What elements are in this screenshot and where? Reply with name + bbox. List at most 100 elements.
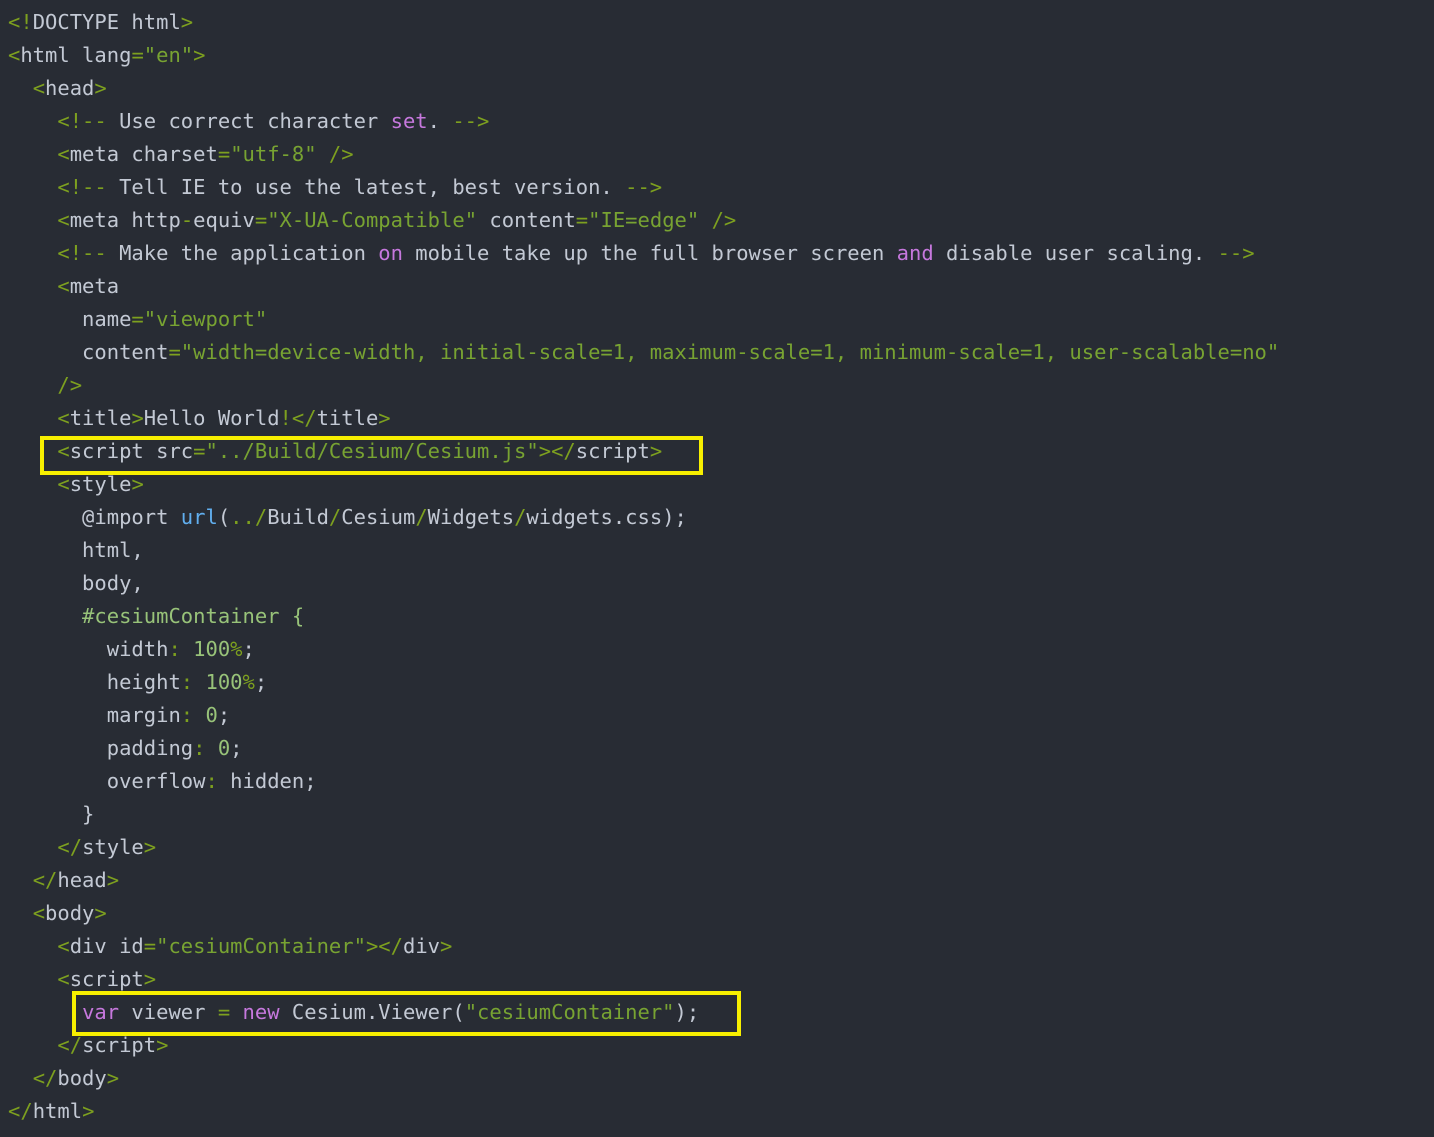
code-line: name="viewport" <box>8 303 267 336</box>
code-line: width: 100%; <box>8 633 255 666</box>
code-token: / <box>415 505 428 529</box>
code-token: 100 <box>193 637 231 661</box>
code-token: overflow <box>8 769 206 793</box>
code-line: <title>Hello World!</title> <box>8 402 391 435</box>
code-token: disable user scaling. <box>933 241 1218 265</box>
code-token: "cesiumContainer" <box>464 1000 675 1024</box>
code-token: : <box>193 736 218 760</box>
code-token: ); <box>674 1000 700 1024</box>
code-line: <!DOCTYPE html> <box>8 6 193 39</box>
code-token: : <box>205 769 231 793</box>
code-token: ../ <box>230 505 268 529</box>
code-line: #cesiumContainer { <box>8 600 304 633</box>
code-token: > <box>156 1033 169 1057</box>
code-token: < <box>57 439 70 463</box>
code-token: #cesiumContainer { <box>8 604 305 628</box>
code-token: </ <box>8 1099 33 1123</box>
code-token: lang <box>69 43 132 67</box>
code-token: < <box>57 208 70 232</box>
code-token: < <box>32 76 46 100</box>
code-token: widgets.css <box>526 505 663 529</box>
code-token: > <box>180 10 194 34</box>
code-token: height <box>8 670 181 694</box>
code-token: script <box>575 439 650 463</box>
code-token: = <box>217 142 231 166</box>
code-token: : <box>180 670 206 694</box>
code-token: script <box>69 967 144 991</box>
code-token: = <box>217 1000 231 1024</box>
code-token: < <box>57 406 70 430</box>
code-token: : <box>180 703 206 727</box>
code-token: > <box>106 1066 120 1090</box>
code-line: <head> <box>8 72 107 105</box>
code-line: body, <box>8 567 144 600</box>
code-token: ; <box>217 703 231 727</box>
code-line: </body> <box>8 1062 119 1095</box>
code-token: 100 <box>205 670 243 694</box>
code-token: var <box>82 1000 120 1024</box>
code-line: padding: 0; <box>8 732 243 765</box>
code-token: = <box>168 340 181 364</box>
code-line: <!-- Make the application on mobile take… <box>8 237 1254 270</box>
code-token: on <box>378 241 403 265</box>
code-token: <!-- <box>57 241 107 265</box>
code-token: 0 <box>205 703 218 727</box>
code-token: title <box>316 406 379 430</box>
code-line: /> <box>8 369 82 402</box>
code-editor[interactable]: <!DOCTYPE html> <html lang="en"> <head> <… <box>0 0 1434 1137</box>
code-token: name <box>8 307 132 331</box>
code-token: Cesium <box>341 505 416 529</box>
code-token: : <box>168 637 194 661</box>
code-token: @import <box>8 505 181 529</box>
code-line: <div id="cesiumContainer"></div> <box>8 930 452 963</box>
code-token: <!-- <box>57 109 107 133</box>
code-line: <!-- Use correct character set. --> <box>8 105 489 138</box>
code-token: > <box>193 43 206 67</box>
code-token: </ <box>57 1033 83 1057</box>
code-token: < <box>57 934 70 958</box>
code-token: </ <box>57 835 83 859</box>
code-token: /> <box>699 208 737 232</box>
code-token: ; <box>230 736 243 760</box>
code-token: "viewport" <box>143 307 268 331</box>
code-token: head <box>57 868 107 892</box>
code-token: body <box>45 901 95 925</box>
code-line: </head> <box>8 864 119 897</box>
code-line: <meta http-equiv="X-UA-Compatible" conte… <box>8 204 736 237</box>
code-token: </ <box>32 1066 58 1090</box>
code-line: <!-- Tell IE to use the latest, best ver… <box>8 171 662 204</box>
code-token: / <box>328 505 342 529</box>
code-token: . <box>427 109 453 133</box>
code-line: } <box>8 798 94 831</box>
code-token: meta <box>69 142 120 166</box>
code-token: script <box>82 1033 157 1057</box>
code-token: "../Build/Cesium/Cesium.js" <box>205 439 539 463</box>
code-token: ; <box>242 637 255 661</box>
code-line: content="width=device-width, initial-sca… <box>8 336 1279 369</box>
code-token: > <box>378 406 391 430</box>
code-token: < <box>57 142 70 166</box>
code-line: <meta <box>8 270 119 303</box>
code-token: > <box>143 967 157 991</box>
code-token: style <box>69 472 132 496</box>
code-token: = <box>131 43 144 67</box>
code-token: html <box>32 1099 83 1123</box>
code-token: body <box>57 1066 107 1090</box>
code-token: style <box>82 835 144 859</box>
code-token: / <box>514 505 527 529</box>
code-token: mobile take up the full browser screen <box>402 241 897 265</box>
code-token: ! <box>279 406 292 430</box>
code-token: - <box>180 208 194 232</box>
code-token: % <box>242 670 255 694</box>
code-token: = <box>193 439 206 463</box>
code-line: </style> <box>8 831 156 864</box>
